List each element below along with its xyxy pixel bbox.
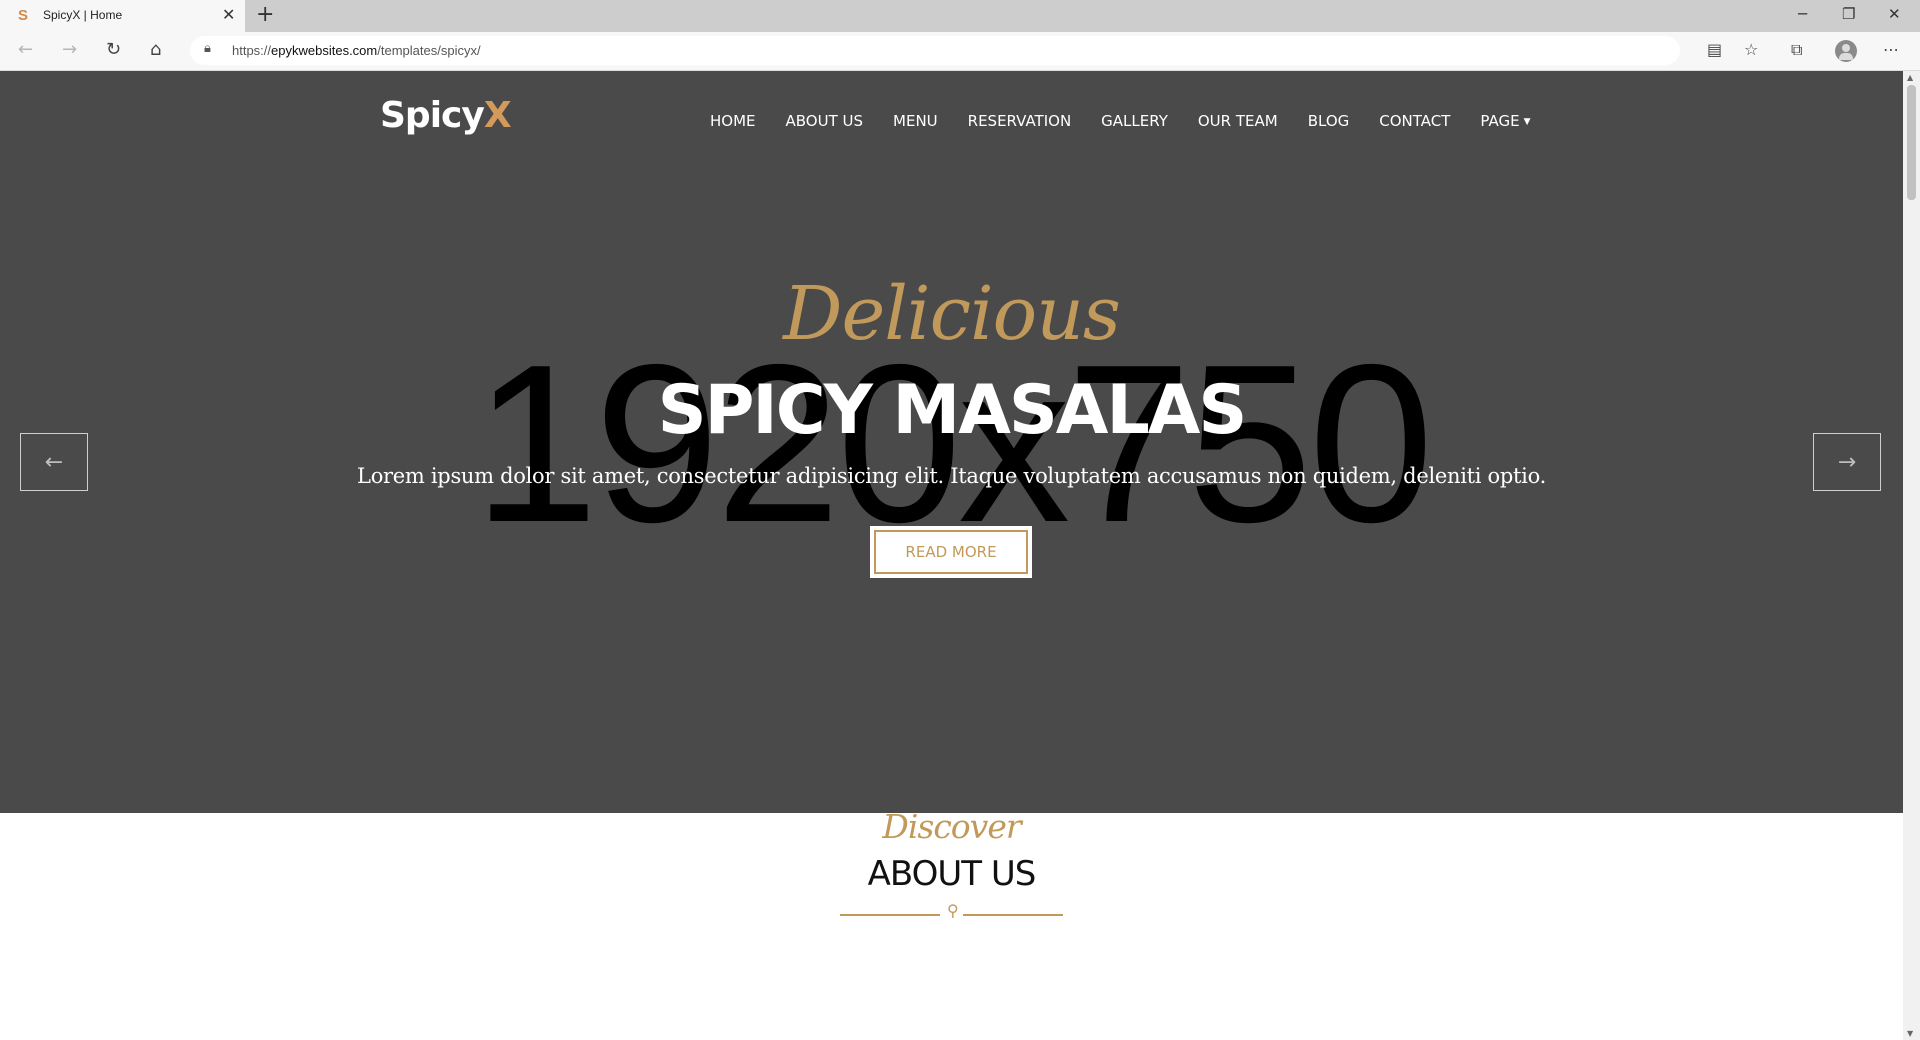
close-window-icon[interactable]: ✕ [1888,5,1901,23]
hero-slide: Delicious SPICY MASALAS Lorem ipsum dolo… [0,71,1903,813]
restore-icon[interactable]: ❐ [1842,5,1855,23]
divider-line-left [840,914,940,916]
site-favicon: S [18,7,29,24]
scrollbar-thumb[interactable] [1907,85,1916,200]
about-section: Discover ABOUT US ⚲ [0,807,1903,1040]
back-icon[interactable]: ← [18,39,33,60]
hero-script-title: Delicious [783,271,1121,357]
more-icon[interactable]: ⋯ [1883,40,1899,59]
browser-tab-strip: S SpicyX | Home ✕ + ─ ❐ ✕ [0,0,1920,32]
close-tab-icon[interactable]: ✕ [222,5,235,24]
slider-prev-button[interactable]: ← [20,433,88,491]
hero-title: SPICY MASALAS [657,371,1248,450]
about-title: ABOUT US [867,854,1037,894]
browser-tab[interactable]: S SpicyX | Home ✕ [0,0,245,32]
collections-icon[interactable]: ⧉ [1791,40,1802,60]
arrow-left-icon: ← [44,449,64,475]
read-more-button[interactable]: READ MORE [870,526,1032,578]
divider-line-right [963,914,1063,916]
address-toolbar: ← → ↻ ⌂ 🔒︎ https://epykwebsites.com/temp… [0,32,1920,71]
plus-icon[interactable]: + [256,2,274,27]
slider-next-button[interactable]: → [1813,433,1881,491]
hero-slider: 1920x750 SpicyX HOME ABOUT US MENU RESER… [0,71,1903,813]
scroll-down-icon[interactable]: ▼ [1907,1029,1913,1038]
forward-icon[interactable]: → [62,39,77,60]
profile-avatar[interactable] [1835,40,1857,62]
spoon-icon: ⚲ [947,901,959,920]
hero-lead-text: Lorem ipsum dolor sit amet, consectetur … [357,464,1546,488]
page-scrollbar[interactable]: ▲ ▼ [1903,71,1920,1040]
favorites-icon[interactable]: ☆ [1744,40,1758,59]
address-bar[interactable]: 🔒︎ https://epykwebsites.com/templates/sp… [190,36,1680,65]
reload-icon[interactable]: ↻ [106,39,121,60]
about-script-title: Discover [882,807,1021,846]
home-icon[interactable]: ⌂ [150,39,161,60]
url-text: https://epykwebsites.com/templates/spicy… [232,43,481,58]
reader-view-icon[interactable]: ▤ [1707,40,1722,59]
lock-icon[interactable]: 🔒︎ [204,41,211,56]
scroll-up-icon[interactable]: ▲ [1907,73,1913,82]
page-viewport: 1920x750 SpicyX HOME ABOUT US MENU RESER… [0,71,1903,1040]
tab-title: SpicyX | Home [43,8,123,22]
arrow-right-icon: → [1837,449,1857,475]
minimize-icon[interactable]: ─ [1798,5,1807,23]
read-more-label: READ MORE [874,530,1028,574]
